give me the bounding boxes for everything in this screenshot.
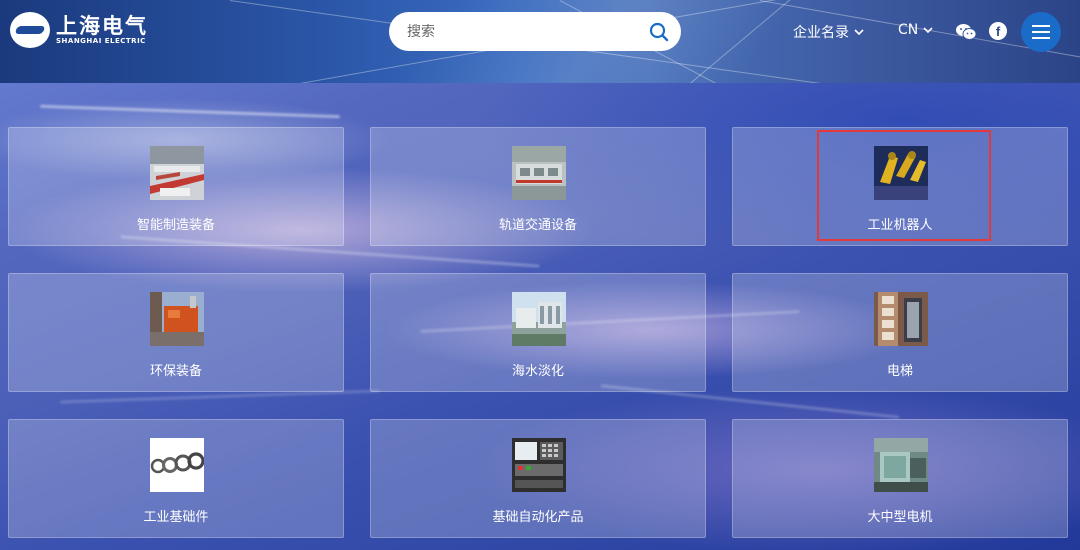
brand-logo[interactable]: 上海电气 SHANGHAI ELECTRIC	[10, 12, 148, 48]
card-label: 大中型电机	[867, 510, 933, 525]
facebook-icon[interactable]: f	[989, 22, 1007, 40]
search-input[interactable]	[407, 23, 637, 40]
card-thumbnail	[512, 292, 566, 346]
card-thumbnail	[874, 292, 928, 346]
search-icon[interactable]	[649, 22, 669, 42]
logo-mark-icon	[10, 12, 50, 48]
selection-highlight	[817, 130, 991, 241]
card-label: 电梯	[886, 364, 913, 379]
chevron-down-icon	[854, 29, 864, 36]
card-label: 智能制造装备	[136, 218, 215, 233]
card-label: 环保装备	[149, 364, 202, 379]
card-thumbnail	[874, 438, 928, 492]
directory-label: 企业名录	[793, 25, 849, 41]
card-thumbnail	[150, 438, 204, 492]
category-card-rail-transit[interactable]: 轨道交通设备	[370, 127, 706, 246]
category-card-elevator[interactable]: 电梯	[732, 273, 1068, 392]
category-card-electric-motors[interactable]: 大中型电机	[732, 419, 1068, 538]
site-header: 上海电气 SHANGHAI ELECTRIC 企业名录 CN f	[0, 0, 1080, 83]
category-card-industrial-components[interactable]: 工业基础件	[8, 419, 344, 538]
logo-title: 上海电气	[56, 13, 148, 38]
wechat-icon[interactable]	[955, 23, 977, 41]
search-box	[389, 12, 681, 51]
card-thumbnail	[512, 146, 566, 200]
chevron-down-icon	[923, 27, 933, 34]
language-label: CN	[898, 22, 919, 38]
card-label: 轨道交通设备	[498, 218, 577, 233]
category-card-intelligent-manufacturing[interactable]: 智能制造装备	[8, 127, 344, 246]
language-dropdown[interactable]: CN	[898, 22, 933, 38]
card-label: 工业基础件	[143, 510, 209, 525]
card-label: 海水淡化	[511, 364, 564, 379]
card-thumbnail	[512, 438, 566, 492]
card-thumbnail	[150, 292, 204, 346]
directory-dropdown[interactable]: 企业名录	[793, 22, 864, 42]
card-label: 基础自动化产品	[492, 510, 584, 525]
logo-subtitle: SHANGHAI ELECTRIC	[56, 36, 146, 45]
category-card-environmental[interactable]: 环保装备	[8, 273, 344, 392]
category-card-desalination[interactable]: 海水淡化	[370, 273, 706, 392]
category-card-automation-products[interactable]: 基础自动化产品	[370, 419, 706, 538]
card-thumbnail	[150, 146, 204, 200]
menu-button[interactable]	[1021, 12, 1061, 52]
